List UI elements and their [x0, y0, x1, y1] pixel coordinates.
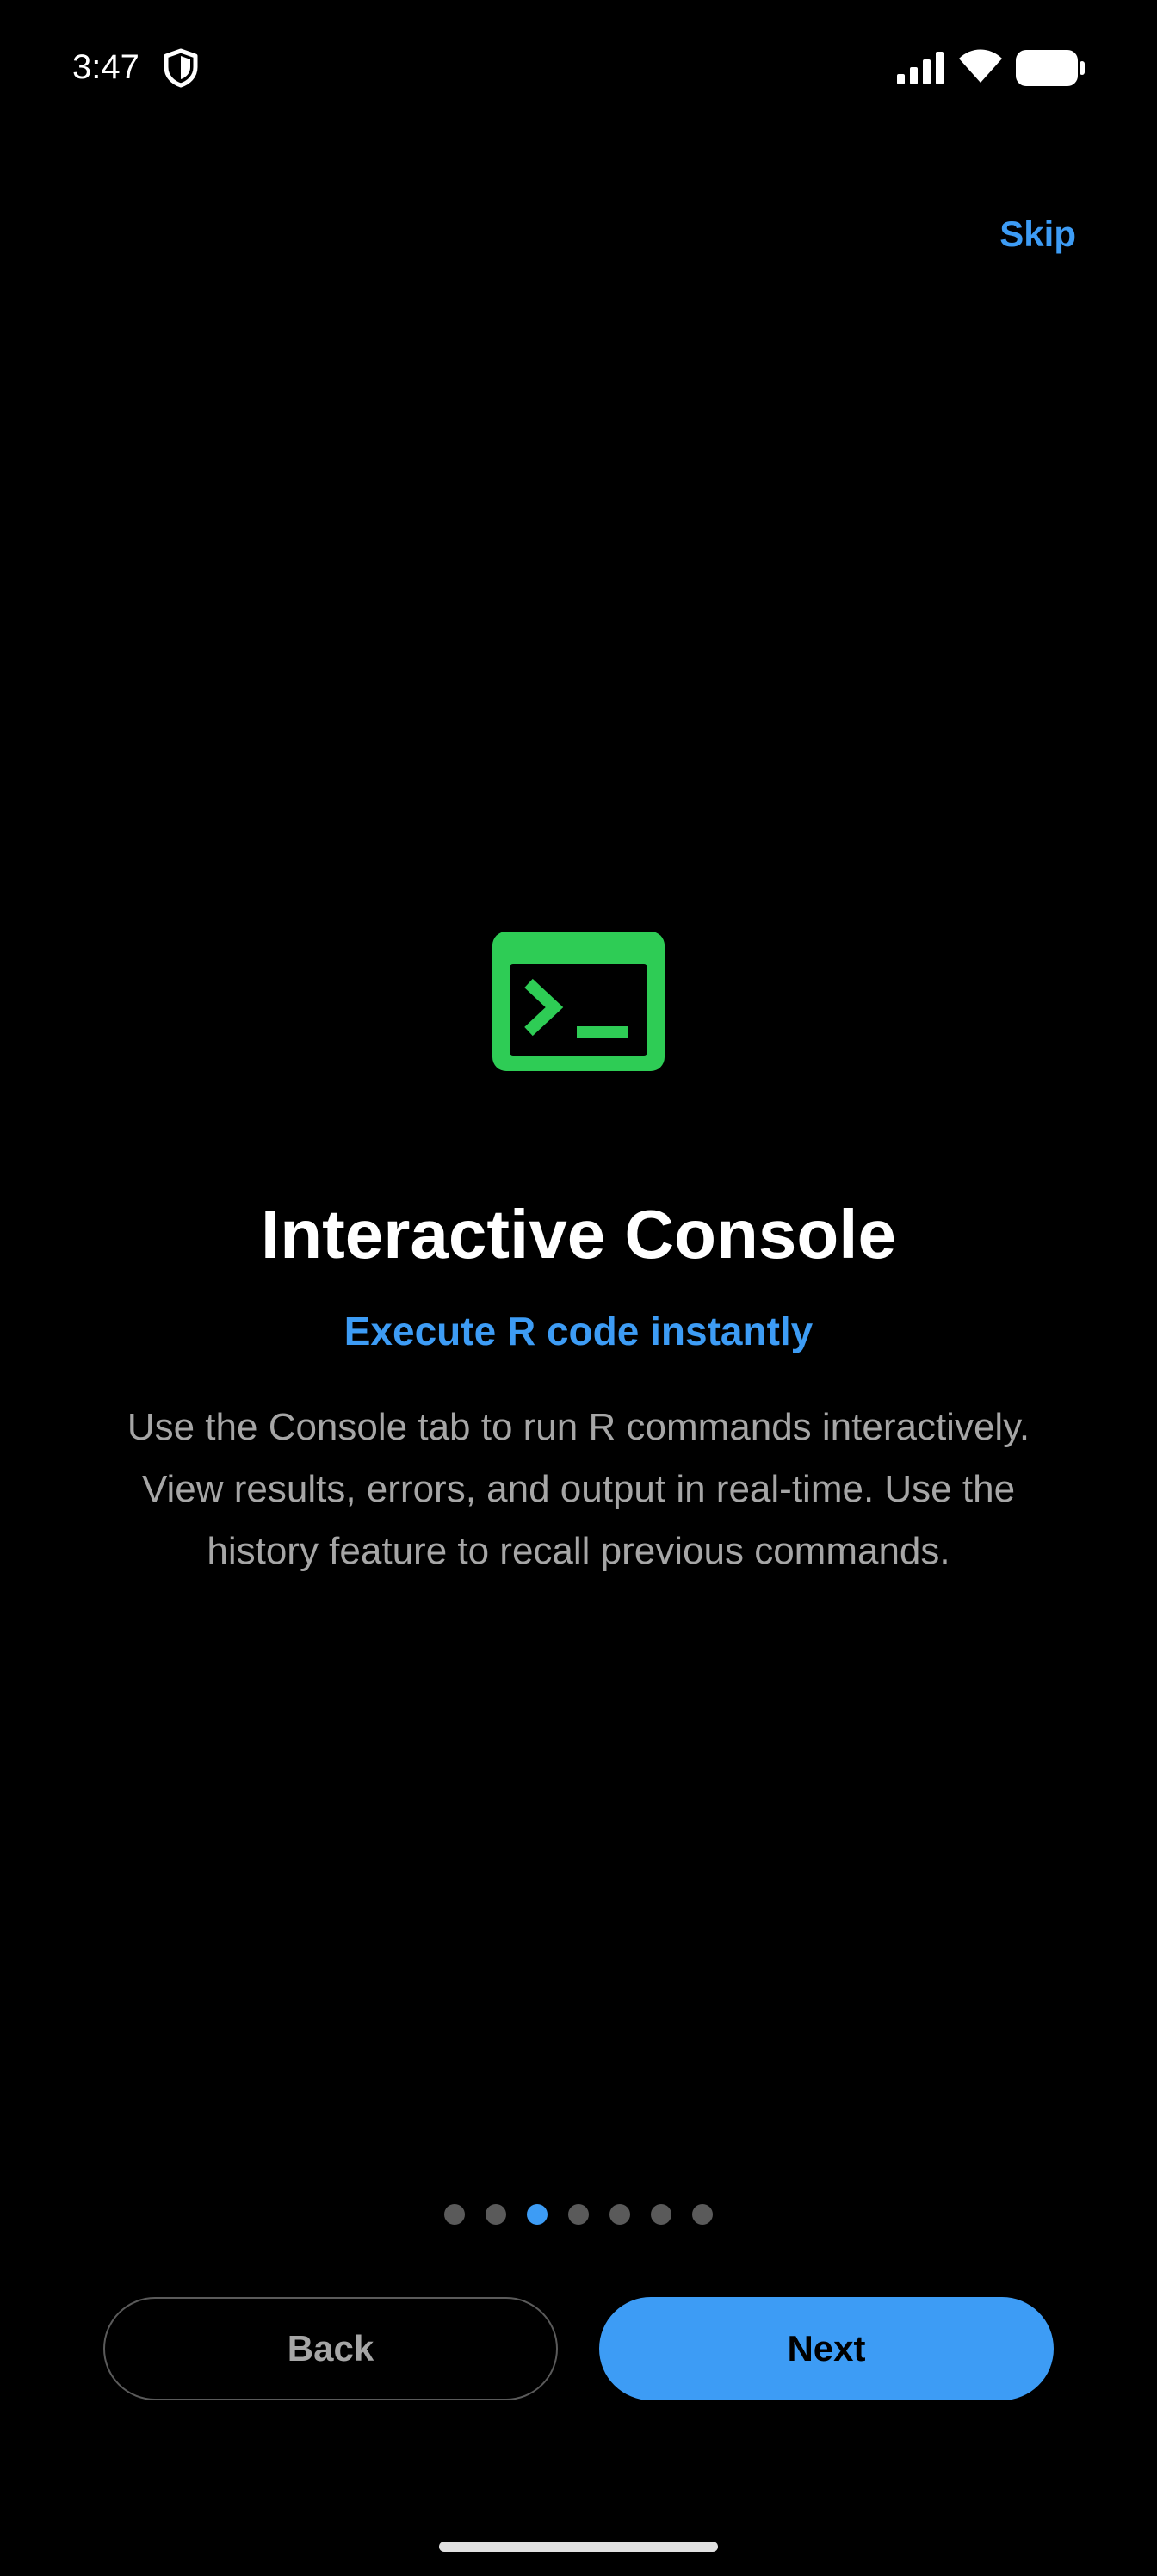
- wifi-icon: [959, 49, 1002, 83]
- terminal-icon: [492, 932, 665, 1071]
- next-button[interactable]: Next: [599, 2297, 1054, 2400]
- home-indicator[interactable]: [439, 2542, 718, 2552]
- signal-icon: [897, 52, 944, 84]
- shield-icon: [164, 48, 198, 88]
- page-subtitle: Execute R code instantly: [343, 1309, 814, 1353]
- page-indicator: [0, 2204, 1157, 2225]
- page-dot-1: [444, 2204, 465, 2225]
- status-time: 3:47: [72, 48, 139, 86]
- skip-button[interactable]: Skip: [999, 214, 1076, 255]
- page-dot-6: [651, 2204, 671, 2225]
- status-bar: 3:47: [0, 0, 1157, 138]
- page-dot-7: [692, 2204, 713, 2225]
- battery-icon: [1016, 50, 1085, 86]
- back-button[interactable]: Back: [103, 2297, 558, 2400]
- page-dot-5: [609, 2204, 630, 2225]
- page-title: Interactive Console: [260, 1196, 896, 1273]
- page-description: Use the Console tab to run R commands in…: [127, 1406, 1030, 1572]
- page-dot-3: [527, 2204, 548, 2225]
- page-dot-2: [486, 2204, 506, 2225]
- page-dot-4: [568, 2204, 589, 2225]
